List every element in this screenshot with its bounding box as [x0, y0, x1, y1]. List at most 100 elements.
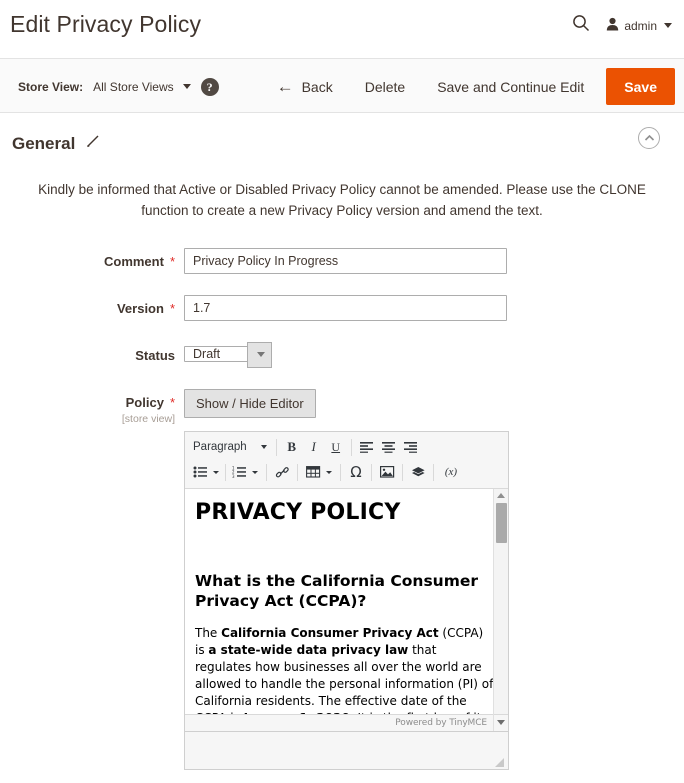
bullet-list-button[interactable] — [189, 461, 211, 483]
chevron-down-icon[interactable] — [213, 470, 219, 474]
numbered-list-button[interactable]: 1 2 3 — [228, 461, 250, 483]
toolbar-separator — [266, 463, 267, 481]
general-section: General Kindly be informed that Active o… — [0, 113, 684, 770]
save-and-continue-button[interactable]: Save and Continue Edit — [421, 70, 600, 104]
comment-input[interactable] — [184, 247, 507, 274]
chevron-down-icon — [664, 23, 672, 28]
editor-resize-panel — [184, 731, 509, 770]
store-view-value: All Store Views — [93, 79, 174, 94]
required-marker: * — [169, 394, 175, 410]
status-label: Status — [135, 347, 175, 363]
status-select[interactable]: Draft — [184, 341, 272, 368]
page-title: Edit Privacy Policy — [10, 11, 202, 37]
image-icon — [379, 466, 394, 478]
policy-scope-note: [store view] — [121, 412, 175, 425]
align-right-button[interactable] — [400, 436, 422, 458]
editor-content-area[interactable]: PRIVACY POLICY What is the California Co… — [185, 488, 508, 714]
policy-control: Show / Hide Editor Paragraph B I U 1 2 3… — [184, 388, 672, 770]
align-right-icon — [404, 442, 418, 454]
chevron-down-icon — [256, 352, 265, 358]
section-title: General — [12, 133, 76, 153]
document-heading-2: What is the California Consumer Privacy … — [195, 571, 479, 610]
save-button[interactable]: Save — [606, 68, 675, 105]
resize-grip-icon[interactable] — [494, 755, 505, 767]
editor-document[interactable]: PRIVACY POLICY What is the California Co… — [185, 489, 508, 714]
align-left-icon — [360, 442, 374, 454]
bullet-list-icon — [193, 466, 207, 478]
version-input[interactable] — [184, 294, 507, 321]
status-select-arrow[interactable] — [247, 341, 272, 368]
editor-scrollbar[interactable] — [493, 488, 508, 714]
scrollbar-up-arrow[interactable] — [494, 489, 508, 502]
editor-toolbar: Paragraph B I U 1 2 3 Ω (x) — [185, 431, 508, 489]
back-arrow-icon: ← — [276, 77, 294, 96]
toolbar-separator — [402, 463, 403, 481]
field-policy: Policy * [store view] Show / Hide Editor … — [12, 388, 672, 770]
policy-label-col: Policy * [store view] — [12, 389, 184, 770]
triangle-down-icon — [497, 720, 505, 726]
underline-button[interactable]: U — [325, 436, 347, 458]
section-collapse-toggle[interactable] — [638, 127, 660, 149]
required-marker: * — [169, 253, 175, 269]
document-heading-1: PRIVACY POLICY — [195, 499, 401, 525]
scrollbar-thumb[interactable] — [496, 502, 507, 543]
status-label-col: Status — [12, 342, 184, 368]
link-button[interactable] — [271, 461, 293, 483]
comment-label: Comment — [103, 253, 164, 269]
widget-icon — [411, 467, 425, 477]
bold-button[interactable]: B — [281, 436, 303, 458]
store-view-switcher: Store View: All Store Views ? — [18, 59, 219, 114]
insert-widget-button[interactable] — [407, 461, 429, 483]
toolbar-separator — [225, 463, 226, 481]
back-button[interactable]: ← Back — [261, 70, 349, 104]
table-icon — [305, 466, 320, 478]
format-select-value: Paragraph — [193, 441, 247, 454]
version-label: Version — [116, 300, 164, 316]
delete-button[interactable]: Delete — [349, 70, 421, 104]
general-section-header: General — [12, 113, 672, 168]
insert-variable-button[interactable]: (x) — [438, 461, 464, 483]
tinymce-brand-label: Powered by TinyMCE — [395, 717, 487, 728]
chevron-down-icon[interactable] — [252, 470, 258, 474]
back-button-label: Back — [301, 78, 333, 95]
statusbar-menu-toggle[interactable] — [493, 714, 508, 732]
link-icon — [275, 467, 289, 478]
toolbar-separator — [340, 463, 341, 481]
page-actions-buttons: ← Back Delete Save and Continue Edit Sav… — [261, 59, 684, 114]
help-icon[interactable]: ? — [200, 77, 219, 96]
comment-label-col: Comment * — [12, 248, 184, 274]
special-char-button[interactable]: Ω — [345, 461, 367, 483]
general-form: Comment * Version * Status Draft — [12, 222, 672, 770]
page-actions-toolbar: Store View: All Store Views ? ← Back Del… — [0, 58, 684, 113]
chevron-down-icon — [260, 445, 267, 450]
show-hide-editor-button[interactable]: Show / Hide Editor — [184, 388, 316, 418]
insert-image-button[interactable] — [376, 461, 398, 483]
align-center-icon — [382, 442, 396, 454]
editor-statusbar: Powered by TinyMCE — [185, 713, 508, 732]
editor-toolbar-row-1: Paragraph B I U — [189, 435, 504, 460]
admin-user-name: admin — [624, 18, 657, 33]
svg-text:3: 3 — [232, 474, 235, 478]
user-avatar-icon — [606, 17, 619, 34]
admin-user-menu[interactable]: admin — [606, 17, 672, 34]
toolbar-separator — [275, 438, 277, 456]
align-left-button[interactable] — [356, 436, 378, 458]
table-button[interactable] — [302, 461, 324, 483]
chevron-down-icon[interactable] — [326, 470, 332, 474]
field-status: Status Draft — [12, 341, 672, 368]
store-view-label: Store View: — [18, 79, 84, 94]
store-view-select[interactable]: All Store Views — [93, 79, 191, 94]
format-select[interactable]: Paragraph — [189, 436, 272, 458]
policy-label: Policy — [125, 394, 164, 410]
toolbar-separator — [371, 463, 372, 481]
pencil-icon[interactable] — [86, 134, 100, 153]
search-icon[interactable] — [572, 14, 590, 37]
field-version: Version * — [12, 294, 672, 321]
numbered-list-icon: 1 2 3 — [232, 466, 246, 478]
version-label-col: Version * — [12, 295, 184, 321]
field-comment: Comment * — [12, 247, 672, 274]
status-control: Draft — [184, 341, 672, 368]
toolbar-separator — [350, 438, 352, 456]
italic-button[interactable]: I — [303, 436, 325, 458]
align-center-button[interactable] — [378, 436, 400, 458]
